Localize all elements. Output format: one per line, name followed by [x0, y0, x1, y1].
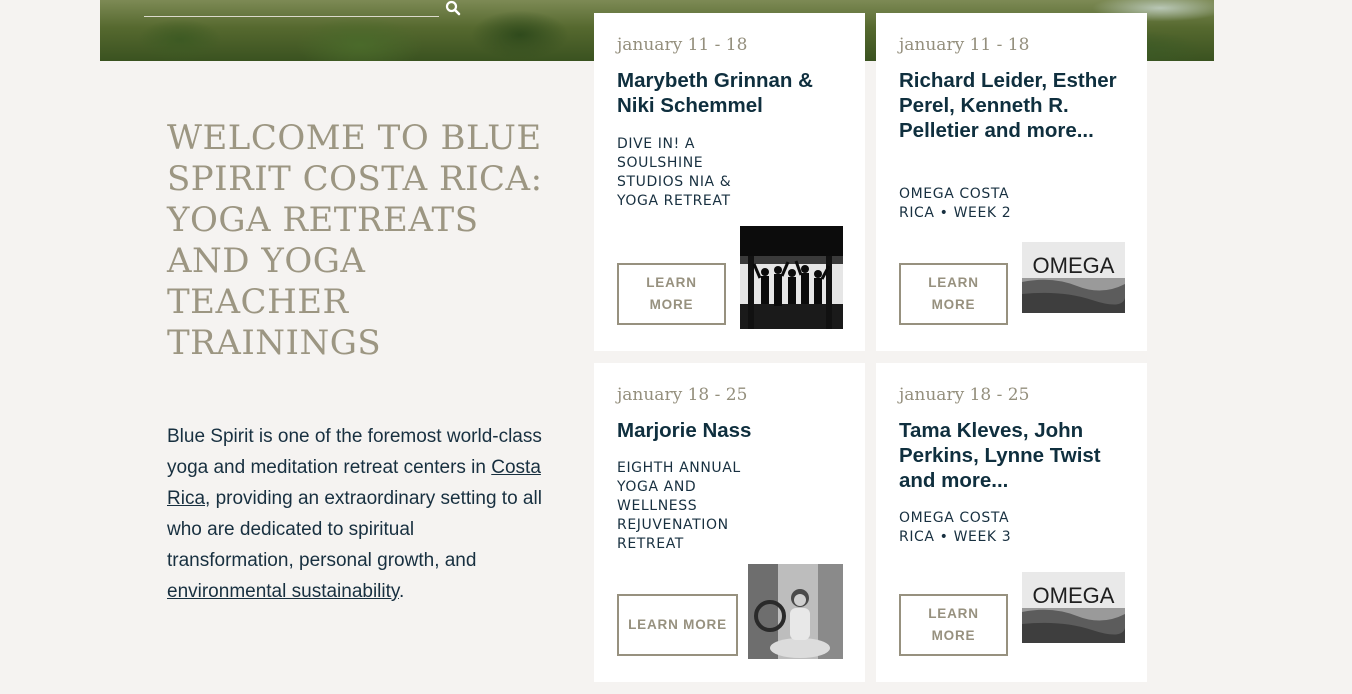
learn-more-button[interactable]: LEARN MORE [617, 594, 738, 656]
retreat-subtitle: OMEGA COSTA RICA • WEEK 3 [899, 510, 1012, 545]
search-input[interactable] [144, 16, 439, 17]
retreat-image-omega-logo[interactable]: OMEGA [1022, 572, 1125, 643]
retreat-leaders[interactable]: Marjorie Nass [617, 418, 849, 443]
retreat-image-omega-logo[interactable]: OMEGA [1022, 242, 1125, 313]
learn-more-button[interactable]: LEARN MORE [899, 594, 1008, 656]
retreat-subtitle: OMEGA COSTA RICA • WEEK 2 [899, 186, 1012, 221]
retreat-leaders[interactable]: Marybeth Grinnan & Niki Schemmel [617, 68, 849, 118]
retreat-subtitle: EIGHTH ANNUAL YOGA AND WELLNESS REJUVENA… [617, 460, 741, 552]
retreat-card: january 11 - 18 Marybeth Grinnan & Niki … [594, 13, 865, 351]
retreat-image-seated-teacher[interactable] [748, 564, 843, 659]
retreat-date: january 11 - 18 [617, 35, 748, 55]
learn-more-button[interactable]: LEARN MORE [617, 263, 726, 325]
retreat-image-silhouette-dancers[interactable] [740, 226, 843, 329]
learn-more-button[interactable]: LEARN MORE [899, 263, 1008, 325]
retreat-date: january 18 - 25 [899, 385, 1030, 405]
retreat-card: january 18 - 25 Marjorie Nass EIGHTH ANN… [594, 363, 865, 682]
page-title: WELCOME TO BLUE SPIRIT COSTA RICA: YOGA … [167, 118, 543, 363]
retreat-leaders[interactable]: Richard Leider, Esther Perel, Kenneth R.… [899, 68, 1131, 143]
retreat-card: january 11 - 18 Richard Leider, Esther P… [876, 13, 1147, 351]
search-icon[interactable] [445, 0, 461, 16]
retreat-date: january 11 - 18 [899, 35, 1030, 55]
retreat-date: january 18 - 25 [617, 385, 748, 405]
retreat-subtitle: DIVE IN! A SOULSHINE STUDIOS NIA & YOGA … [617, 136, 732, 209]
retreat-leaders[interactable]: Tama Kleves, John Perkins, Lynne Twist a… [899, 418, 1131, 493]
omega-logo-text: OMEGA [1033, 253, 1115, 278]
intro-text: Blue Spirit is one of the foremost world… [167, 426, 542, 602]
omega-logo-text: OMEGA [1033, 583, 1115, 608]
sustainability-link[interactable]: environmental sustainability [167, 581, 399, 602]
retreat-card: january 18 - 25 Tama Kleves, John Perkin… [876, 363, 1147, 682]
